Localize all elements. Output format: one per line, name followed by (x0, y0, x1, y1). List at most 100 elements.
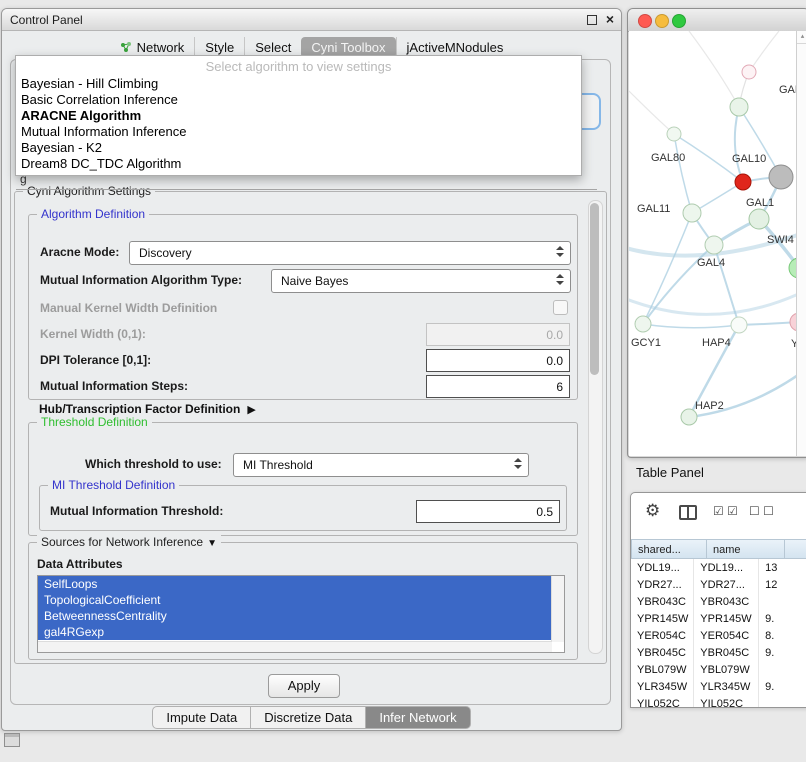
attribute-list-vscrollbar[interactable] (551, 576, 564, 642)
network-vscrollbar[interactable]: ▴ (796, 31, 806, 456)
column-header[interactable]: shared... (631, 539, 707, 559)
mi-type-combo[interactable]: Naive Bayes (271, 269, 571, 293)
network-node-label: GAL1 (746, 197, 774, 209)
network-node[interactable] (731, 317, 747, 333)
hub-definition-toggle[interactable]: Hub/Transcription Factor Definition ▶ (39, 402, 256, 416)
float-window-icon[interactable] (587, 15, 597, 25)
network-node[interactable] (705, 236, 723, 254)
network-node[interactable] (635, 316, 651, 332)
table-cell: YDL19... (631, 559, 694, 576)
network-node-label: HAP2 (695, 400, 724, 412)
close-button[interactable] (638, 14, 652, 28)
group-title: Algorithm Definition (37, 207, 149, 221)
table-row[interactable]: YLR345WYLR345W9. (631, 678, 806, 695)
table-row[interactable]: YDL19...YDL19...13 (631, 559, 806, 576)
tab-impute-data[interactable]: Impute Data (152, 706, 251, 729)
algorithm-option[interactable]: Bayesian - Hill Climbing (16, 76, 581, 92)
network-graph[interactable]: GAL8GAL80GAL10GAL11GAL1SWI4GAL4GCY1HAP4Y… (629, 31, 797, 455)
table-row[interactable]: YIL052CYIL052C (631, 695, 806, 708)
tab-discretize-data[interactable]: Discretize Data (251, 706, 366, 729)
attribute-item[interactable]: gal4RGexp (38, 624, 552, 640)
minimize-button[interactable] (655, 14, 669, 28)
network-canvas[interactable]: GAL8GAL80GAL10GAL11GAL1SWI4GAL4GCY1HAP4Y… (629, 31, 806, 456)
column-view-icon[interactable] (679, 505, 697, 520)
zoom-button[interactable] (672, 14, 686, 28)
mi-steps-field[interactable]: 6 (426, 375, 570, 398)
algorithm-option[interactable]: Bayesian - K2 (16, 140, 581, 156)
table-cell: YBR045C (631, 644, 694, 661)
deselect-all-columns-icon[interactable]: ☐ ☐ (749, 504, 774, 518)
manual-kernel-label: Manual Kernel Width Definition (40, 301, 217, 315)
attribute-item[interactable]: BetweennessCentrality (38, 608, 552, 624)
scroll-up-icon[interactable]: ▴ (797, 31, 806, 44)
mi-threshold-field[interactable]: 0.5 (416, 500, 560, 523)
table-header-row[interactable]: shared...name (631, 539, 806, 559)
table-row[interactable]: YBR043CYBR043C (631, 593, 806, 610)
table-cell: YER054C (631, 627, 694, 644)
attribute-items: SelfLoopsTopologicalCoefficientBetweenne… (38, 576, 552, 642)
table-cell (759, 661, 806, 678)
network-edge (739, 322, 797, 325)
table-cell: YDL19... (694, 559, 759, 576)
table-row[interactable]: YER054CYER054C8. (631, 627, 806, 644)
apply-button[interactable]: Apply (268, 674, 340, 698)
network-window-titlebar[interactable] (628, 9, 806, 32)
combo-arrows-icon (556, 274, 565, 288)
column-header[interactable] (785, 539, 806, 559)
select-all-columns-icon[interactable]: ☑ ☑ (713, 504, 738, 518)
network-edge (735, 107, 743, 182)
algorithm-option[interactable]: Mutual Information Inference (16, 124, 581, 140)
mi-threshold-definition-group: MI Threshold Definition Mutual Informati… (39, 485, 567, 531)
minimized-panel-icon[interactable] (4, 733, 20, 747)
control-panel-titlebar[interactable]: Control Panel × (2, 9, 621, 31)
close-icon[interactable]: × (606, 11, 614, 27)
network-node[interactable] (769, 165, 793, 189)
tab-label: Network (137, 40, 185, 55)
algorithm-option[interactable]: Dream8 DC_TDC Algorithm (16, 156, 581, 172)
table-row[interactable]: YBR045CYBR045C9. (631, 644, 806, 661)
table-cell: YBL079W (631, 661, 694, 678)
algorithm-option[interactable]: ARACNE Algorithm (16, 108, 581, 124)
network-edge (643, 213, 692, 324)
table-row[interactable]: YPR145WYPR145W9. (631, 610, 806, 627)
algorithm-placeholder: Select algorithm to view settings (16, 58, 581, 76)
settings-scrollbar-thumb[interactable] (590, 203, 599, 375)
attribute-item[interactable]: TopologicalCoefficient (38, 592, 552, 608)
kernel-width-label: Kernel Width (0,1): (40, 327, 146, 341)
table-cell: YLR345W (694, 678, 759, 695)
algorithm-dropdown-popup: Select algorithm to view settings Bayesi… (15, 55, 582, 176)
attribute-list-hscrollbar[interactable] (38, 641, 552, 652)
tab-infer-network[interactable]: Infer Network (366, 706, 470, 729)
network-node[interactable] (749, 209, 769, 229)
aracne-mode-combo[interactable]: Discovery (129, 241, 571, 265)
network-node[interactable] (735, 174, 751, 190)
network-node[interactable] (730, 98, 748, 116)
table-panel-title: Table Panel (636, 465, 704, 480)
table-panel-header: Table Panel (621, 458, 806, 488)
algorithm-definition-group: Algorithm Definition Aracne Mode: Discov… (28, 214, 578, 400)
network-node[interactable] (742, 65, 756, 79)
bottom-tabs: Impute Data Discretize Data Infer Networ… (2, 706, 621, 729)
kernel-width-field: 0.0 (426, 323, 570, 346)
which-threshold-combo[interactable]: MI Threshold (233, 453, 529, 477)
network-node[interactable] (667, 127, 681, 141)
network-node-label: GAL10 (732, 153, 766, 165)
network-node-label: GAL11 (637, 203, 670, 215)
table-row[interactable]: YDR27...YDR27...12 (631, 576, 806, 593)
settings-scrollbar[interactable] (588, 200, 603, 654)
column-header[interactable]: name (707, 539, 785, 559)
table-cell: YDR27... (694, 576, 759, 593)
dpi-tolerance-field[interactable]: 0.0 (426, 349, 570, 372)
network-edge (643, 324, 739, 328)
table-cell: 9. (759, 610, 806, 627)
gear-icon[interactable]: ⚙ (645, 501, 660, 521)
algorithm-option[interactable]: Basic Correlation Inference (16, 92, 581, 108)
table-row[interactable]: YBL079WYBL079W (631, 661, 806, 678)
control-panel-window: Control Panel × Network Style Select Cyn… (1, 8, 622, 731)
table-cell: 13 (759, 559, 806, 576)
sources-toggle[interactable]: Sources for Network Inference▼ (37, 535, 221, 549)
network-edge (749, 31, 779, 72)
sources-group: Sources for Network Inference▼ Data Attr… (28, 542, 578, 660)
attribute-item[interactable]: SelfLoops (38, 576, 552, 592)
network-node[interactable] (683, 204, 701, 222)
